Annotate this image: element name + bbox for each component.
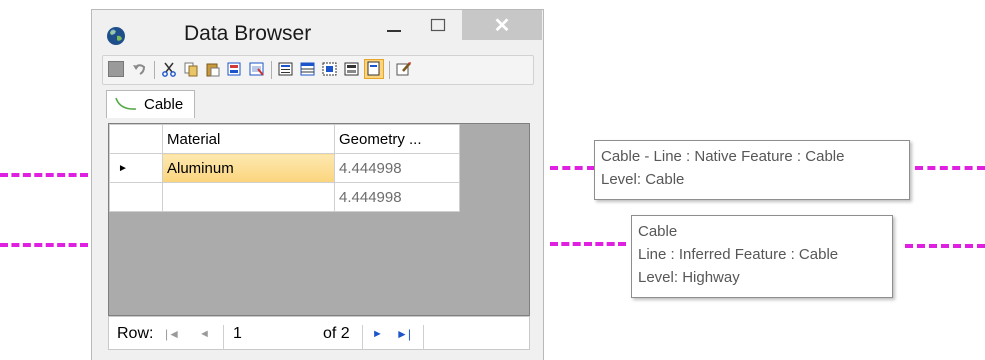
select-icon[interactable] — [227, 61, 243, 77]
maximize-icon — [430, 18, 446, 32]
tab-label: Cable — [144, 96, 184, 113]
cable-line-icon — [115, 97, 137, 110]
undo-icon[interactable] — [131, 61, 147, 77]
toolbar-separator — [154, 61, 155, 79]
data-browser-window: Data Browser ✕ Cable Material Geometry .… — [91, 9, 544, 360]
view-table-icon[interactable] — [300, 61, 316, 77]
cell-material[interactable] — [162, 182, 335, 212]
close-icon: ✕ — [493, 14, 511, 37]
column-header-geometry[interactable]: Geometry ... — [334, 124, 460, 154]
toolbar — [102, 55, 534, 85]
cell-geometry[interactable]: 4.444998 — [334, 153, 460, 183]
nav-separator — [223, 325, 224, 350]
connector-line-2-right — [905, 244, 985, 248]
cell-material[interactable]: Aluminum — [162, 153, 335, 183]
copy-icon[interactable] — [183, 61, 199, 77]
tooltip-line: Level: Cable — [601, 171, 685, 188]
tooltip-line: Cable - Line : Native Feature : Cable — [601, 148, 845, 165]
column-header-material[interactable]: Material — [162, 124, 335, 154]
tooltip-line: Line : Inferred Feature : Cable — [638, 246, 839, 263]
row-header-corner[interactable] — [109, 124, 163, 154]
current-row-indicator[interactable]: ► — [109, 153, 163, 183]
table-row[interactable]: 4.444998 — [109, 182, 460, 212]
options-icon[interactable] — [396, 61, 412, 77]
connector-line-2-mid — [550, 242, 626, 246]
maximize-button[interactable] — [420, 10, 456, 40]
cut-icon[interactable] — [161, 61, 177, 77]
row-label: Row: — [117, 325, 154, 342]
current-row-field[interactable]: 1 — [233, 325, 242, 343]
data-grid: Material Geometry ... ► Aluminum 4.44499… — [108, 123, 530, 316]
table-row[interactable]: ► Aluminum 4.444998 — [109, 153, 460, 183]
tooltip-line: Level: Highway — [638, 269, 740, 286]
grid-header-row: Material Geometry ... — [109, 124, 460, 154]
toolbar-separator — [389, 61, 390, 79]
title-bar[interactable]: Data Browser ✕ — [92, 10, 543, 55]
previous-record-icon[interactable]: ◄ — [199, 328, 210, 340]
tooltip-native-feature: Cable - Line : Native Feature : Cable Le… — [594, 140, 910, 200]
view-form-icon[interactable] — [344, 61, 360, 77]
tooltip-line: Cable — [638, 223, 678, 240]
next-record-icon[interactable]: ► — [372, 328, 383, 340]
view-properties-icon[interactable] — [278, 61, 294, 77]
tooltip-inferred-feature: Cable Line : Inferred Feature : Cable Le… — [631, 215, 893, 298]
nav-separator — [362, 325, 363, 350]
globe-icon[interactable] — [106, 26, 126, 46]
view-single-icon[interactable] — [364, 59, 384, 79]
row-header[interactable] — [109, 182, 163, 212]
first-record-icon[interactable]: |◄ — [165, 327, 180, 341]
cell-geometry[interactable]: 4.444998 — [334, 182, 460, 212]
toolbar-separator — [271, 61, 272, 79]
row-count-label: of 2 — [323, 325, 350, 342]
tab-cable[interactable]: Cable — [106, 90, 195, 118]
window-title: Data Browser — [184, 22, 312, 45]
paste-icon[interactable] — [205, 61, 221, 77]
record-navigator: Row: |◄ ◄ 1 of 2 ► ►| — [108, 316, 530, 350]
connector-line-1-right — [915, 166, 985, 170]
close-button[interactable]: ✕ — [462, 10, 542, 40]
connector-line-2-left — [0, 243, 88, 247]
minimize-icon — [387, 30, 401, 32]
minimize-button[interactable] — [376, 10, 412, 40]
last-record-icon[interactable]: ►| — [396, 327, 411, 341]
connector-line-1-mid — [550, 166, 595, 170]
zoom-icon[interactable] — [249, 61, 265, 77]
connector-line-1-left — [0, 173, 88, 177]
nav-separator — [423, 325, 424, 350]
view-list-icon[interactable] — [322, 61, 338, 77]
save-icon[interactable] — [108, 61, 124, 77]
